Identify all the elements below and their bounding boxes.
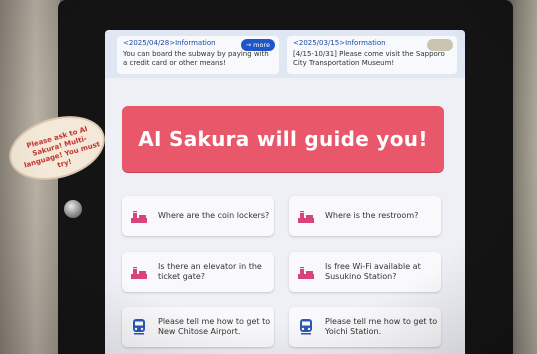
more-button-faded[interactable] (427, 39, 453, 51)
station-icon (298, 267, 314, 279)
question-label: Please tell me how to get to Yoichi Stat… (325, 317, 438, 336)
more-button[interactable]: → more (240, 39, 275, 51)
question-label: Where are the coin lockers? (158, 211, 270, 220)
frame-bolt (64, 200, 82, 218)
banner-title: AI Sakura will guide you! (138, 127, 428, 151)
train-icon (133, 319, 145, 335)
question-button-elevator[interactable]: Is there an elevator in the ticket gate? (122, 252, 274, 292)
question-button-yoichi[interactable]: Please tell me how to get to Yoichi Stat… (289, 307, 441, 347)
info-card-museum[interactable]: <2025/03/15>Information [4/15-10/31] Ple… (287, 36, 457, 74)
question-button-new-chitose[interactable]: Please tell me how to get to New Chitose… (122, 307, 274, 347)
question-button-wifi[interactable]: Is free Wi-Fi available at Susukino Stat… (289, 252, 441, 292)
question-label: Is there an elevator in the ticket gate? (158, 262, 262, 281)
kiosk-screen: <2025/04/28>Information → more You can b… (105, 30, 465, 354)
info-card-credit[interactable]: <2025/04/28>Information → more You can b… (117, 36, 279, 74)
question-label: Please tell me how to get to New Chitose… (158, 317, 271, 336)
ai-sakura-banner[interactable]: AI Sakura will guide you! (122, 106, 444, 172)
question-button-restroom[interactable]: Where is the restroom? (289, 196, 441, 236)
question-label: Where is the restroom? (325, 211, 419, 220)
station-icon (298, 211, 314, 223)
info-body: You can board the subway by paying with … (123, 50, 269, 67)
info-body: [4/15-10/31] Please come visit the Sappo… (293, 50, 445, 67)
question-button-coin-lockers[interactable]: Where are the coin lockers? (122, 196, 274, 236)
question-label: Is free Wi-Fi available at Susukino Stat… (325, 262, 421, 281)
station-icon (131, 267, 147, 279)
information-bar: <2025/04/28>Information → more You can b… (105, 30, 465, 78)
train-icon (300, 319, 312, 335)
station-icon (131, 211, 147, 223)
